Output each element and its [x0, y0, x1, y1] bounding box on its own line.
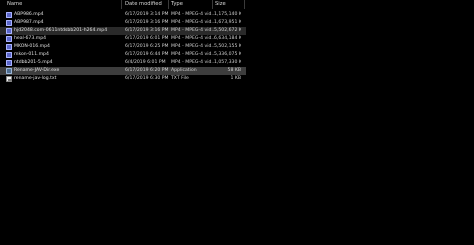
file-type: Application: [171, 68, 197, 73]
column-header-name[interactable]: Name: [4, 0, 122, 9]
file-row[interactable]: ntdbb201-5.mp4 6/4/2019 6:01 PM MP4 - MP…: [0, 59, 246, 67]
file-name: Rename-JAV-Dir.exe: [14, 68, 60, 73]
file-name: ABP987.mp4: [14, 20, 44, 25]
file-type: MP4 - MPEG-4 vid...: [171, 44, 215, 49]
file-row[interactable]: MKON-016.mp4 6/17/2019 6:25 PM MP4 - MPE…: [0, 43, 246, 51]
video-file-icon: [6, 44, 12, 50]
file-row[interactable]: rename-jav-log.txt 6/17/2019 6:30 PM TXT…: [0, 75, 246, 83]
file-date-modified: 6/17/2019 6:01 PM: [125, 36, 169, 41]
file-explorer-window: Name Date modified Type Size ABP986.mp4 …: [0, 0, 474, 245]
file-date-modified: 6/17/2019 3:14 PM: [125, 12, 169, 17]
file-size: 6,634,184 KB: [214, 36, 241, 41]
file-name: hjd2048.com-0611ntdsbb201-h264.mp4: [14, 28, 108, 33]
text-file-icon: [6, 76, 12, 82]
video-file-icon: [6, 60, 12, 66]
file-size: 1,175,140 KB: [214, 12, 241, 17]
file-date-modified: 6/17/2019 6:20 PM: [125, 68, 169, 73]
file-size: 5,336,075 KB: [214, 52, 241, 57]
file-size: 5,502,155 KB: [214, 44, 241, 49]
file-row[interactable]: hjd2048.com-0611ntdsbb201-h264.mp4 6/17/…: [0, 27, 246, 35]
file-size: 1 KB: [230, 76, 241, 81]
file-name: mkon-011.mp4: [14, 52, 49, 57]
file-size: 1,057,330 KB: [214, 60, 241, 65]
file-name: ABP986.mp4: [14, 12, 44, 17]
file-type: MP4 - MPEG-4 vid...: [171, 52, 215, 57]
video-file-icon: [6, 28, 12, 34]
file-type: TXT File: [171, 76, 189, 81]
application-icon: [6, 68, 12, 74]
column-header-row: Name Date modified Type Size: [0, 0, 246, 9]
file-row[interactable]: ABP987.mp4 6/17/2019 3:16 PM MP4 - MPEG-…: [0, 19, 246, 27]
file-type: MP4 - MPEG-4 vid...: [171, 36, 215, 41]
file-name: heal-673.mp4: [14, 36, 47, 41]
file-date-modified: 6/4/2019 6:01 PM: [125, 60, 166, 65]
file-row[interactable]: mkon-011.mp4 6/17/2019 6:44 PM MP4 - MPE…: [0, 51, 246, 59]
file-size: 5,502,672 KB: [214, 28, 241, 33]
file-size: 1,673,951 KB: [214, 20, 241, 25]
file-name: rename-jav-log.txt: [14, 76, 57, 81]
column-header-date-modified[interactable]: Date modified: [122, 0, 168, 9]
file-size: 58 KB: [227, 68, 241, 73]
file-row[interactable]: ABP986.mp4 6/17/2019 3:14 PM MP4 - MPEG-…: [0, 11, 246, 19]
video-file-icon: [6, 36, 12, 42]
video-file-icon: [6, 12, 12, 18]
file-type: MP4 - MPEG-4 vid...: [171, 60, 215, 65]
column-divider[interactable]: [244, 0, 245, 9]
column-header-type[interactable]: Type: [168, 0, 213, 9]
file-date-modified: 6/17/2019 6:44 PM: [125, 52, 169, 57]
file-name: MKON-016.mp4: [14, 44, 50, 49]
file-type: MP4 - MPEG-4 vid...: [171, 28, 215, 33]
column-header-size[interactable]: Size: [212, 0, 244, 9]
video-file-icon: [6, 52, 12, 58]
file-date-modified: 6/17/2019 3:16 PM: [125, 28, 169, 33]
file-date-modified: 6/17/2019 3:16 PM: [125, 20, 169, 25]
file-row[interactable]: heal-673.mp4 6/17/2019 6:01 PM MP4 - MPE…: [0, 35, 246, 43]
file-date-modified: 6/17/2019 6:30 PM: [125, 76, 169, 81]
file-date-modified: 6/17/2019 6:25 PM: [125, 44, 169, 49]
file-type: MP4 - MPEG-4 vid...: [171, 20, 215, 25]
file-name: ntdbb201-5.mp4: [14, 60, 53, 65]
file-type: MP4 - MPEG-4 vid...: [171, 12, 215, 17]
video-file-icon: [6, 20, 12, 26]
file-row[interactable]: Rename-JAV-Dir.exe 6/17/2019 6:20 PM App…: [0, 67, 246, 75]
